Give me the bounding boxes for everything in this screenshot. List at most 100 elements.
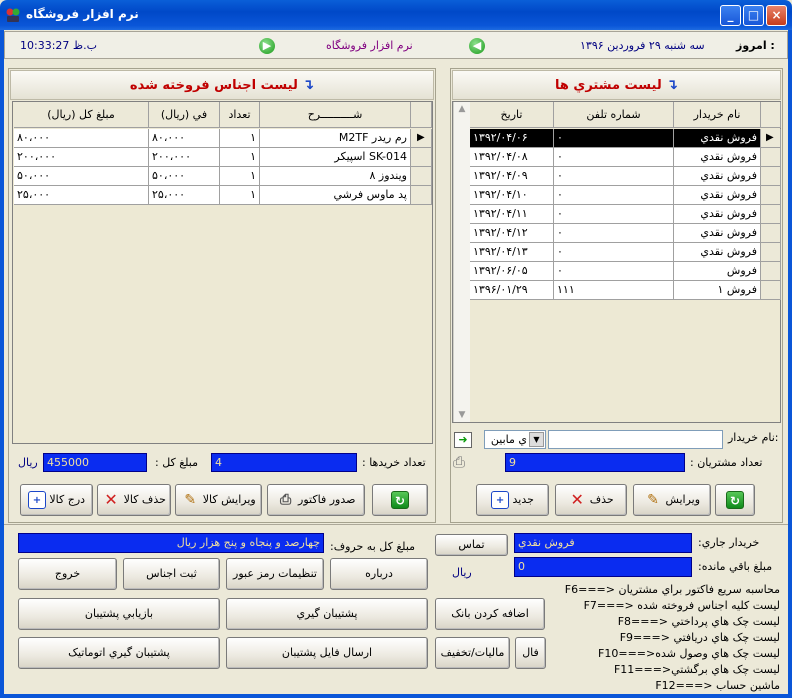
scroll-down-icon[interactable]: ▼: [454, 410, 470, 420]
add-bank-button[interactable]: اضافه کردن بانک: [435, 598, 545, 630]
chevron-down-icon[interactable]: ▼: [529, 432, 544, 447]
table-row[interactable]: ۱۳۹۶/۰۱/۲۹ ۱۱۱ فروش ۱: [453, 281, 781, 300]
customer-delete-button[interactable]: ✕ حذف: [555, 484, 627, 516]
search-go-icon[interactable]: ➜: [454, 432, 472, 448]
table-cell: ۰: [554, 186, 674, 205]
table-cell: ۱۳۹۲/۰۴/۰۹: [470, 167, 554, 186]
insert-item-button[interactable]: + درج کالا: [20, 484, 93, 516]
table-cell: پد ماوس فرشي: [260, 186, 411, 205]
table-cell: ۱: [220, 186, 260, 205]
col-buyer[interactable]: نام خريدار: [674, 102, 761, 128]
customers-grid[interactable]: تاريخ شماره تلفن نام خريدار ۱۳۹۲/۰۴/۰۶ ۰ ف…: [452, 101, 781, 423]
items-grid[interactable]: مبلغ کل (ريال) في (ريال) تعداد شــــــــ…: [12, 101, 433, 444]
buyer-search-label: نام خريدار:: [728, 431, 779, 444]
col-qty[interactable]: تعداد: [220, 102, 260, 128]
fal-button[interactable]: فال: [515, 637, 546, 669]
auto-backup-button[interactable]: پشتيبان گيري اتوماتيک: [18, 637, 220, 669]
backup-button[interactable]: پشتيبان گيري: [226, 598, 428, 630]
edit-icon: ✎: [647, 492, 659, 508]
items-refresh-button[interactable]: ↻: [372, 484, 428, 516]
password-settings-button[interactable]: تنظيمات رمز عبور: [226, 558, 324, 590]
insert-item-label: درج کالا: [49, 493, 86, 506]
restore-backup-button[interactable]: بازيابي پشتيبان: [18, 598, 220, 630]
table-row[interactable]: ۸۰،۰۰۰ ۸۰،۰۰۰ ۱ M2TF رم ريدر ▶: [13, 129, 432, 148]
total-currency: ريال: [18, 456, 38, 469]
send-backup-button[interactable]: ارسال فايل پشتيبان: [226, 637, 428, 669]
table-row[interactable]: ۱۳۹۲/۰۴/۱۳ ۰ فروش نقدي: [453, 243, 781, 262]
issue-invoice-button[interactable]: ⎙ صدور فاکتور: [267, 484, 365, 516]
minimize-button[interactable]: _: [720, 5, 741, 26]
table-row[interactable]: ۱۳۹۲/۰۶/۰۵ ۰ فروش: [453, 262, 781, 281]
divider: [4, 524, 788, 525]
table-cell: ۰: [554, 262, 674, 281]
delete-item-button[interactable]: ✕ حذف کالا: [97, 484, 171, 516]
table-row[interactable]: ۱۳۹۲/۰۴/۰۶ ۰ فروش نقدي ▶: [453, 129, 781, 148]
purchases-count-value: 4: [211, 453, 357, 472]
customer-new-label: جديد: [512, 493, 534, 506]
customers-title: لیست مشتري ها: [555, 78, 662, 93]
items-header: لیست اجناس فروخته شده ↴: [10, 70, 434, 100]
total-label: : مبلغ کل: [155, 456, 198, 469]
shortcut-hint: F11===>ليست چک هاي برگشتي: [613, 663, 780, 676]
table-cell: ۱: [220, 148, 260, 167]
date-value: سه شنبه ۲۹ فروردين ۱۳۹۶: [580, 39, 705, 52]
table-cell: ۱۳۹۲/۰۶/۰۵: [470, 262, 554, 281]
search-mode-select[interactable]: ي مابين ▼: [484, 430, 546, 449]
table-cell: فروش نقدي: [674, 148, 761, 167]
app-icon: [5, 7, 21, 23]
arrow-right-icon: ▶: [259, 38, 275, 54]
shortcut-hint: F6===> محاسبه سريع فاکتور براي مشتريان: [564, 583, 780, 596]
items-title: لیست اجناس فروخته شده: [129, 78, 298, 93]
table-cell: ۱۱۱: [554, 281, 674, 300]
table-row[interactable]: ۱۳۹۲/۰۴/۰۹ ۰ فروش نقدي: [453, 167, 781, 186]
issue-invoice-label: صدور فاکتور: [298, 493, 356, 506]
row-indicator: [411, 167, 432, 186]
register-items-button[interactable]: ثبت اجناس: [123, 558, 220, 590]
delete-icon: ✕: [570, 490, 584, 509]
window-title: نرم افزار فروشگاه: [26, 7, 139, 21]
total-value: 455000: [43, 453, 147, 472]
col-phone[interactable]: شماره تلفن: [554, 102, 674, 128]
scroll-up-icon[interactable]: ▲: [454, 104, 470, 114]
exit-button[interactable]: خروج: [18, 558, 117, 590]
row-pointer-icon: ▶: [761, 129, 781, 148]
table-cell: ۲۰۰،۰۰۰: [149, 148, 220, 167]
col-total[interactable]: مبلغ کل (ريال): [14, 102, 149, 128]
printer-icon[interactable]: ⎙: [453, 453, 473, 471]
table-cell: اسپيکر SK-014: [260, 148, 411, 167]
table-cell: ۱۳۹۲/۰۴/۱۳: [470, 243, 554, 262]
col-desc[interactable]: شــــــــــرح: [260, 102, 411, 128]
table-cell: ۱۳۹۲/۰۴/۱۱: [470, 205, 554, 224]
maximize-button[interactable]: □: [743, 5, 764, 26]
customer-delete-label: حذف: [589, 493, 614, 506]
customers-refresh-button[interactable]: ↻: [715, 484, 755, 516]
delete-item-label: حذف کالا: [123, 493, 166, 506]
about-button[interactable]: درباره: [330, 558, 428, 590]
customer-new-button[interactable]: + جديد: [476, 484, 549, 516]
row-indicator: [761, 205, 781, 224]
table-cell: ۵۰،۰۰۰: [149, 167, 220, 186]
close-button[interactable]: ×: [766, 5, 787, 26]
table-row[interactable]: ۱۳۹۲/۰۴/۱۲ ۰ فروش نقدي: [453, 224, 781, 243]
col-date[interactable]: تاريخ: [470, 102, 554, 128]
row-indicator: [411, 186, 432, 205]
table-cell: فروش: [674, 262, 761, 281]
customers-scrollbar[interactable]: ▲ ▼: [453, 102, 470, 422]
table-row[interactable]: ۵۰،۰۰۰ ۵۰،۰۰۰ ۱ ويندوز ۸: [13, 167, 432, 186]
table-cell: ۵۰،۰۰۰: [14, 167, 149, 186]
table-cell: ۰: [554, 243, 674, 262]
table-row[interactable]: ۲۵،۰۰۰ ۲۵،۰۰۰ ۱ پد ماوس فرشي: [13, 186, 432, 205]
col-price[interactable]: في (ريال): [149, 102, 220, 128]
table-row[interactable]: ۱۳۹۲/۰۴/۱۱ ۰ فروش نقدي: [453, 205, 781, 224]
printer-icon: ⎙: [279, 492, 292, 508]
table-row[interactable]: ۱۳۹۲/۰۴/۰۸ ۰ فروش نقدي: [453, 148, 781, 167]
customer-edit-button[interactable]: ✎ ويرايش: [633, 484, 711, 516]
tax-discount-button[interactable]: ماليات/تخفيف: [435, 637, 510, 669]
buyer-search-input[interactable]: [548, 430, 723, 449]
table-row[interactable]: ۱۳۹۲/۰۴/۱۰ ۰ فروش نقدي: [453, 186, 781, 205]
contact-button[interactable]: تماس: [435, 534, 508, 556]
row-indicator: [411, 148, 432, 167]
table-row[interactable]: ۲۰۰،۰۰۰ ۲۰۰،۰۰۰ ۱ اسپيکر SK-014: [13, 148, 432, 167]
edit-item-button[interactable]: ✎ ويرايش کالا: [175, 484, 262, 516]
customer-count-value: 9: [505, 453, 685, 472]
